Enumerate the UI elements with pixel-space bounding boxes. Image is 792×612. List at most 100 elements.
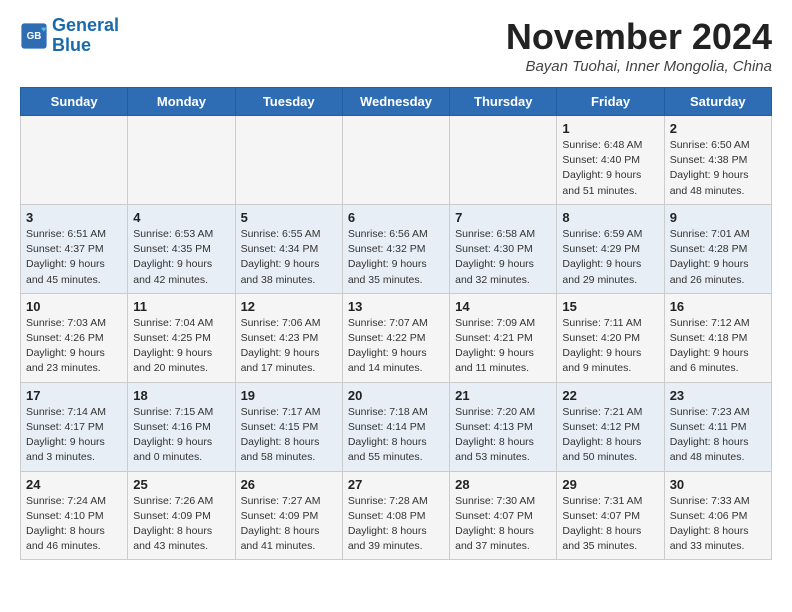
day-info: Sunrise: 7:01 AM Sunset: 4:28 PM Dayligh… [670, 227, 766, 288]
day-info: Sunrise: 7:24 AM Sunset: 4:10 PM Dayligh… [26, 494, 122, 555]
day-info: Sunrise: 7:09 AM Sunset: 4:21 PM Dayligh… [455, 316, 551, 377]
calendar-week-row: 17 Sunrise: 7:14 AM Sunset: 4:17 PM Dayli… [21, 382, 772, 471]
day-number: 8 [562, 210, 658, 225]
day-number: 9 [670, 210, 766, 225]
day-info: Sunrise: 7:11 AM Sunset: 4:20 PM Dayligh… [562, 316, 658, 377]
calendar-cell: 15 Sunrise: 7:11 AM Sunset: 4:20 PM Dayli… [557, 293, 664, 382]
day-info: Sunrise: 6:48 AM Sunset: 4:40 PM Dayligh… [562, 138, 658, 199]
day-info: Sunrise: 7:23 AM Sunset: 4:11 PM Dayligh… [670, 405, 766, 466]
calendar-cell [342, 116, 449, 205]
day-info: Sunrise: 7:03 AM Sunset: 4:26 PM Dayligh… [26, 316, 122, 377]
day-info: Sunrise: 7:26 AM Sunset: 4:09 PM Dayligh… [133, 494, 229, 555]
calendar-cell: 19 Sunrise: 7:17 AM Sunset: 4:15 PM Dayli… [235, 382, 342, 471]
day-info: Sunrise: 7:07 AM Sunset: 4:22 PM Dayligh… [348, 316, 444, 377]
calendar-cell: 20 Sunrise: 7:18 AM Sunset: 4:14 PM Dayli… [342, 382, 449, 471]
day-number: 18 [133, 388, 229, 403]
calendar-cell: 6 Sunrise: 6:56 AM Sunset: 4:32 PM Daylig… [342, 204, 449, 293]
calendar-cell: 13 Sunrise: 7:07 AM Sunset: 4:22 PM Dayli… [342, 293, 449, 382]
calendar-cell: 4 Sunrise: 6:53 AM Sunset: 4:35 PM Daylig… [128, 204, 235, 293]
header-cell-sunday: Sunday [21, 88, 128, 116]
header: GB General Blue November 2024 Bayan Tuoh… [20, 16, 772, 79]
day-number: 30 [670, 477, 766, 492]
calendar-week-row: 10Sunrise: 7:03 AM Sunset: 4:26 PM Dayli… [21, 293, 772, 382]
calendar-cell: 8 Sunrise: 6:59 AM Sunset: 4:29 PM Daylig… [557, 204, 664, 293]
day-number: 5 [241, 210, 337, 225]
calendar-cell: 26Sunrise: 7:27 AM Sunset: 4:09 PM Dayli… [235, 471, 342, 560]
day-number: 2 [670, 121, 766, 136]
title-section: November 2024 Bayan Tuohai, Inner Mongol… [506, 16, 772, 75]
day-info: Sunrise: 6:50 AM Sunset: 4:38 PM Dayligh… [670, 138, 766, 199]
calendar-cell: 28 Sunrise: 7:30 AM Sunset: 4:07 PM Dayli… [450, 471, 557, 560]
day-number: 12 [241, 299, 337, 314]
day-number: 6 [348, 210, 444, 225]
header-cell-tuesday: Tuesday [235, 88, 342, 116]
calendar-header: SundayMondayTuesdayWednesdayThursdayFrid… [21, 88, 772, 116]
calendar-cell: 21 Sunrise: 7:20 AM Sunset: 4:13 PM Dayli… [450, 382, 557, 471]
calendar-cell: 7 Sunrise: 6:58 AM Sunset: 4:30 PM Daylig… [450, 204, 557, 293]
calendar-cell: 3Sunrise: 6:51 AM Sunset: 4:37 PM Daylig… [21, 204, 128, 293]
day-number: 13 [348, 299, 444, 314]
day-number: 17 [26, 388, 122, 403]
day-number: 27 [348, 477, 444, 492]
calendar-body: 1 Sunrise: 6:48 AM Sunset: 4:40 PM Daylig… [21, 116, 772, 560]
day-info: Sunrise: 7:04 AM Sunset: 4:25 PM Dayligh… [133, 316, 229, 377]
day-number: 16 [670, 299, 766, 314]
day-number: 20 [348, 388, 444, 403]
calendar-cell: 25 Sunrise: 7:26 AM Sunset: 4:09 PM Dayli… [128, 471, 235, 560]
day-info: Sunrise: 7:14 AM Sunset: 4:17 PM Dayligh… [26, 405, 122, 466]
day-number: 21 [455, 388, 551, 403]
calendar-cell: 27 Sunrise: 7:28 AM Sunset: 4:08 PM Dayli… [342, 471, 449, 560]
month-title: November 2024 [506, 16, 772, 58]
header-cell-thursday: Thursday [450, 88, 557, 116]
logo-icon: GB [20, 22, 48, 50]
day-info: Sunrise: 7:33 AM Sunset: 4:06 PM Dayligh… [670, 494, 766, 555]
logo-line2: Blue [52, 36, 119, 56]
header-cell-friday: Friday [557, 88, 664, 116]
day-info: Sunrise: 6:55 AM Sunset: 4:34 PM Dayligh… [241, 227, 337, 288]
day-number: 25 [133, 477, 229, 492]
day-info: Sunrise: 7:12 AM Sunset: 4:18 PM Dayligh… [670, 316, 766, 377]
calendar-week-row: 24Sunrise: 7:24 AM Sunset: 4:10 PM Dayli… [21, 471, 772, 560]
day-number: 22 [562, 388, 658, 403]
calendar-cell [235, 116, 342, 205]
day-info: Sunrise: 7:27 AM Sunset: 4:09 PM Dayligh… [241, 494, 337, 555]
calendar-cell [21, 116, 128, 205]
day-info: Sunrise: 6:59 AM Sunset: 4:29 PM Dayligh… [562, 227, 658, 288]
day-info: Sunrise: 7:17 AM Sunset: 4:15 PM Dayligh… [241, 405, 337, 466]
calendar-cell: 17 Sunrise: 7:14 AM Sunset: 4:17 PM Dayli… [21, 382, 128, 471]
calendar-cell: 11 Sunrise: 7:04 AM Sunset: 4:25 PM Dayli… [128, 293, 235, 382]
day-number: 1 [562, 121, 658, 136]
day-info: Sunrise: 7:30 AM Sunset: 4:07 PM Dayligh… [455, 494, 551, 555]
day-number: 11 [133, 299, 229, 314]
day-number: 14 [455, 299, 551, 314]
calendar-cell: 23 Sunrise: 7:23 AM Sunset: 4:11 PM Dayli… [664, 382, 771, 471]
day-info: Sunrise: 7:20 AM Sunset: 4:13 PM Dayligh… [455, 405, 551, 466]
day-info: Sunrise: 6:53 AM Sunset: 4:35 PM Dayligh… [133, 227, 229, 288]
day-number: 19 [241, 388, 337, 403]
calendar-week-row: 1 Sunrise: 6:48 AM Sunset: 4:40 PM Daylig… [21, 116, 772, 205]
day-number: 15 [562, 299, 658, 314]
day-number: 3 [26, 210, 122, 225]
calendar-cell: 12Sunrise: 7:06 AM Sunset: 4:23 PM Dayli… [235, 293, 342, 382]
calendar-cell: 24Sunrise: 7:24 AM Sunset: 4:10 PM Dayli… [21, 471, 128, 560]
header-cell-monday: Monday [128, 88, 235, 116]
day-info: Sunrise: 6:56 AM Sunset: 4:32 PM Dayligh… [348, 227, 444, 288]
logo: GB General Blue [20, 16, 119, 56]
day-number: 28 [455, 477, 551, 492]
day-info: Sunrise: 7:28 AM Sunset: 4:08 PM Dayligh… [348, 494, 444, 555]
calendar-cell [450, 116, 557, 205]
day-number: 23 [670, 388, 766, 403]
day-info: Sunrise: 7:18 AM Sunset: 4:14 PM Dayligh… [348, 405, 444, 466]
logo-text: General Blue [52, 16, 119, 56]
day-number: 4 [133, 210, 229, 225]
calendar-week-row: 3Sunrise: 6:51 AM Sunset: 4:37 PM Daylig… [21, 204, 772, 293]
calendar-cell: 9 Sunrise: 7:01 AM Sunset: 4:28 PM Daylig… [664, 204, 771, 293]
calendar-cell: 1 Sunrise: 6:48 AM Sunset: 4:40 PM Daylig… [557, 116, 664, 205]
day-info: Sunrise: 6:58 AM Sunset: 4:30 PM Dayligh… [455, 227, 551, 288]
calendar-cell: 16 Sunrise: 7:12 AM Sunset: 4:18 PM Dayli… [664, 293, 771, 382]
day-number: 7 [455, 210, 551, 225]
header-cell-saturday: Saturday [664, 88, 771, 116]
calendar-cell: 2 Sunrise: 6:50 AM Sunset: 4:38 PM Daylig… [664, 116, 771, 205]
header-cell-wednesday: Wednesday [342, 88, 449, 116]
calendar-cell: 14 Sunrise: 7:09 AM Sunset: 4:21 PM Dayli… [450, 293, 557, 382]
